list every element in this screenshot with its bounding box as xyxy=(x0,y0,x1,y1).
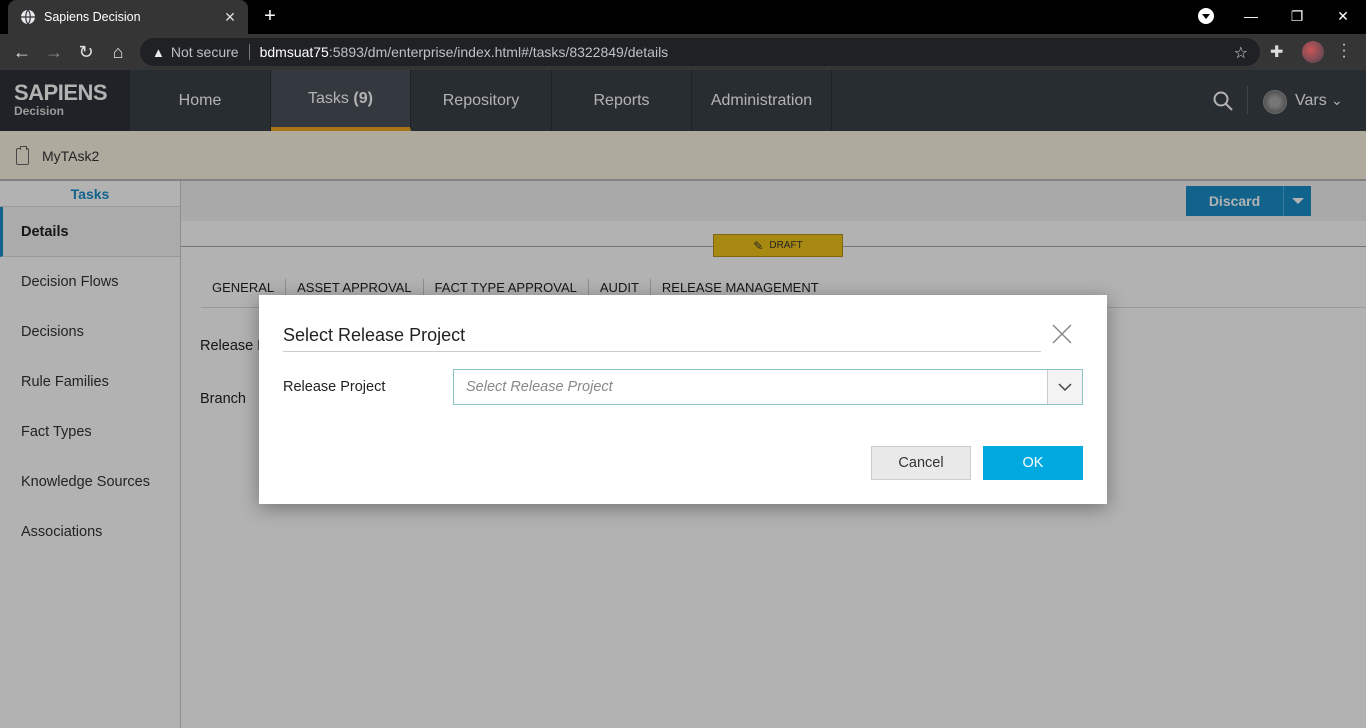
bookmark-star-icon[interactable]: ☆ xyxy=(1234,43,1248,63)
release-project-select[interactable]: Select Release Project xyxy=(453,369,1083,405)
extensions-icon[interactable]: ✚ xyxy=(1270,42,1283,62)
back-icon[interactable]: ← xyxy=(12,42,32,62)
profile-avatar[interactable] xyxy=(1302,41,1324,63)
minimize-icon[interactable]: — xyxy=(1228,0,1274,32)
browser-toolbar: ← → ↻ ⌂ ▲ Not secure bdmsuat75:5893/dm/e… xyxy=(0,34,1366,70)
url-host: bdmsuat75 xyxy=(259,44,329,60)
media-control-icon[interactable] xyxy=(1198,8,1214,24)
browser-tab[interactable]: Sapiens Decision ✕ xyxy=(8,0,248,34)
new-tab-icon[interactable]: + xyxy=(260,6,280,26)
address-bar[interactable]: ▲ Not secure bdmsuat75:5893/dm/enterpris… xyxy=(140,38,1260,66)
close-icon[interactable] xyxy=(1051,323,1073,345)
release-project-placeholder[interactable]: Select Release Project xyxy=(454,370,1047,404)
window-close-icon[interactable]: ✕ xyxy=(1320,0,1366,32)
dialog-title-rule xyxy=(283,351,1041,352)
chevron-down-icon[interactable] xyxy=(1047,370,1082,404)
browser-menu-icon[interactable]: · · · xyxy=(1336,37,1352,65)
reload-icon[interactable]: ↻ xyxy=(76,42,96,62)
omnibox-divider xyxy=(248,44,250,60)
forward-icon[interactable]: → xyxy=(44,42,64,62)
dialog-title: Select Release Project xyxy=(283,325,466,345)
browser-tab-strip: Sapiens Decision ✕ + — ❐ ✕ xyxy=(0,0,1366,34)
url-path: :5893/dm/enterprise/index.html#/tasks/83… xyxy=(328,44,669,60)
home-icon[interactable]: ⌂ xyxy=(108,42,128,62)
select-release-project-dialog: Select Release Project Release Project S… xyxy=(259,295,1107,504)
browser-tab-title: Sapiens Decision xyxy=(44,10,141,24)
globe-icon xyxy=(21,9,35,25)
release-project-field-label: Release Project xyxy=(283,379,386,395)
not-secure-label: Not secure xyxy=(170,44,239,60)
restore-icon[interactable]: ❐ xyxy=(1274,0,1320,32)
cancel-button[interactable]: Cancel xyxy=(871,446,971,480)
warning-icon: ▲ xyxy=(152,44,165,60)
ok-button[interactable]: OK xyxy=(983,446,1083,480)
close-tab-icon[interactable]: ✕ xyxy=(222,9,238,26)
